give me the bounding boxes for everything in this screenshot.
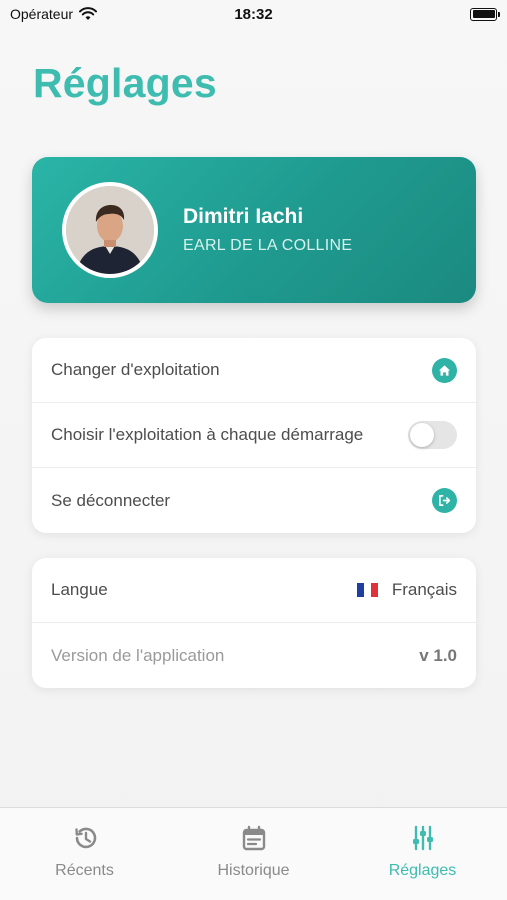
version-value: v 1.0 (419, 645, 457, 665)
carrier-label: Opérateur (10, 6, 74, 22)
language-label: Langue (51, 580, 108, 599)
status-bar: Opérateur 18:32 (0, 0, 507, 28)
language-row[interactable]: Langue Français (32, 558, 476, 623)
tab-historique[interactable]: Historique (189, 824, 319, 900)
avatar (62, 182, 158, 278)
logout-icon (432, 488, 457, 513)
app-info-card: Langue Français Version de l'application… (32, 558, 476, 688)
wifi-icon (79, 7, 98, 20)
tab-bar: Récents Historique Réglages (0, 807, 507, 900)
logout-row[interactable]: Se déconnecter (32, 468, 476, 533)
tab-recents-label: Récents (55, 862, 114, 879)
user-photo (66, 186, 154, 274)
version-label: Version de l'application (51, 645, 225, 665)
page-title: Réglages (33, 60, 217, 106)
change-farm-row[interactable]: Changer d'exploitation (32, 338, 476, 403)
battery-icon (470, 7, 500, 21)
tab-reglages-label: Réglages (388, 862, 457, 879)
history-icon (74, 827, 96, 849)
profile-farm: EARL DE LA COLLINE (183, 237, 353, 254)
version-row: Version de l'application v 1.0 (32, 623, 476, 688)
choose-on-start-label: Choisir l'exploitation à chaque démarrag… (51, 425, 364, 444)
change-farm-label: Changer d'exploitation (51, 360, 220, 379)
sliders-icon (412, 825, 433, 851)
logout-label: Se déconnecter (51, 490, 171, 510)
profile-card[interactable]: Dimitri Iachi EARL DE LA COLLINE (32, 157, 476, 303)
choose-on-start-toggle[interactable] (408, 421, 457, 449)
tab-reglages[interactable]: Réglages (358, 824, 488, 900)
choose-on-start-row: Choisir l'exploitation à chaque démarrag… (32, 403, 476, 468)
home-icon (432, 357, 457, 383)
settings-card: Changer d'exploitation Choisir l'exploit… (32, 338, 476, 533)
french-flag-icon (356, 583, 378, 597)
tab-historique-label: Historique (217, 862, 290, 879)
calendar-icon (242, 825, 265, 851)
language-value: Français (391, 580, 457, 599)
profile-name: Dimitri Iachi (183, 205, 304, 228)
tab-recents[interactable]: Récents (20, 824, 150, 900)
